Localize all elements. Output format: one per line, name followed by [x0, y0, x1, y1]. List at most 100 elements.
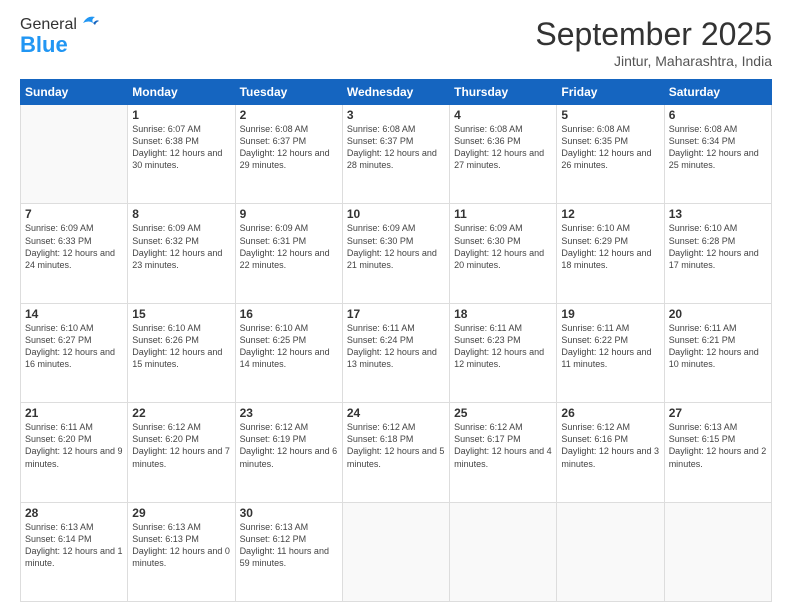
day-info: Sunrise: 6:10 AM Sunset: 6:27 PM Dayligh… — [25, 322, 123, 371]
day-info: Sunrise: 6:10 AM Sunset: 6:26 PM Dayligh… — [132, 322, 230, 371]
logo-blue-text: Blue — [20, 34, 68, 56]
table-row: 30Sunrise: 6:13 AM Sunset: 6:12 PM Dayli… — [235, 502, 342, 601]
day-info: Sunrise: 6:13 AM Sunset: 6:12 PM Dayligh… — [240, 521, 338, 570]
table-row: 3Sunrise: 6:08 AM Sunset: 6:37 PM Daylig… — [342, 105, 449, 204]
day-info: Sunrise: 6:11 AM Sunset: 6:24 PM Dayligh… — [347, 322, 445, 371]
day-number: 24 — [347, 406, 445, 420]
title-block: September 2025 Jintur, Maharashtra, Indi… — [535, 16, 772, 69]
table-row — [21, 105, 128, 204]
day-number: 12 — [561, 207, 659, 221]
day-info: Sunrise: 6:07 AM Sunset: 6:38 PM Dayligh… — [132, 123, 230, 172]
day-info: Sunrise: 6:11 AM Sunset: 6:22 PM Dayligh… — [561, 322, 659, 371]
day-info: Sunrise: 6:09 AM Sunset: 6:30 PM Dayligh… — [347, 222, 445, 271]
table-row: 22Sunrise: 6:12 AM Sunset: 6:20 PM Dayli… — [128, 403, 235, 502]
day-info: Sunrise: 6:09 AM Sunset: 6:32 PM Dayligh… — [132, 222, 230, 271]
header-friday: Friday — [557, 80, 664, 105]
day-info: Sunrise: 6:12 AM Sunset: 6:18 PM Dayligh… — [347, 421, 445, 470]
table-row: 13Sunrise: 6:10 AM Sunset: 6:28 PM Dayli… — [664, 204, 771, 303]
calendar-week-row: 1Sunrise: 6:07 AM Sunset: 6:38 PM Daylig… — [21, 105, 772, 204]
table-row — [664, 502, 771, 601]
day-number: 16 — [240, 307, 338, 321]
table-row: 23Sunrise: 6:12 AM Sunset: 6:19 PM Dayli… — [235, 403, 342, 502]
table-row: 25Sunrise: 6:12 AM Sunset: 6:17 PM Dayli… — [450, 403, 557, 502]
day-info: Sunrise: 6:13 AM Sunset: 6:14 PM Dayligh… — [25, 521, 123, 570]
day-info: Sunrise: 6:12 AM Sunset: 6:16 PM Dayligh… — [561, 421, 659, 470]
day-info: Sunrise: 6:09 AM Sunset: 6:31 PM Dayligh… — [240, 222, 338, 271]
day-info: Sunrise: 6:09 AM Sunset: 6:30 PM Dayligh… — [454, 222, 552, 271]
day-number: 1 — [132, 108, 230, 122]
day-info: Sunrise: 6:08 AM Sunset: 6:35 PM Dayligh… — [561, 123, 659, 172]
day-info: Sunrise: 6:12 AM Sunset: 6:19 PM Dayligh… — [240, 421, 338, 470]
day-info: Sunrise: 6:11 AM Sunset: 6:23 PM Dayligh… — [454, 322, 552, 371]
day-number: 4 — [454, 108, 552, 122]
table-row: 29Sunrise: 6:13 AM Sunset: 6:13 PM Dayli… — [128, 502, 235, 601]
day-number: 30 — [240, 506, 338, 520]
month-title: September 2025 — [535, 16, 772, 53]
header-wednesday: Wednesday — [342, 80, 449, 105]
day-number: 19 — [561, 307, 659, 321]
day-info: Sunrise: 6:08 AM Sunset: 6:37 PM Dayligh… — [240, 123, 338, 172]
calendar-week-row: 28Sunrise: 6:13 AM Sunset: 6:14 PM Dayli… — [21, 502, 772, 601]
day-number: 13 — [669, 207, 767, 221]
table-row: 16Sunrise: 6:10 AM Sunset: 6:25 PM Dayli… — [235, 303, 342, 402]
day-number: 27 — [669, 406, 767, 420]
location: Jintur, Maharashtra, India — [535, 53, 772, 69]
day-info: Sunrise: 6:11 AM Sunset: 6:21 PM Dayligh… — [669, 322, 767, 371]
day-number: 14 — [25, 307, 123, 321]
day-number: 26 — [561, 406, 659, 420]
header-tuesday: Tuesday — [235, 80, 342, 105]
day-info: Sunrise: 6:12 AM Sunset: 6:20 PM Dayligh… — [132, 421, 230, 470]
table-row: 20Sunrise: 6:11 AM Sunset: 6:21 PM Dayli… — [664, 303, 771, 402]
calendar-week-row: 7Sunrise: 6:09 AM Sunset: 6:33 PM Daylig… — [21, 204, 772, 303]
day-number: 20 — [669, 307, 767, 321]
day-number: 22 — [132, 406, 230, 420]
day-number: 3 — [347, 108, 445, 122]
day-number: 29 — [132, 506, 230, 520]
day-info: Sunrise: 6:10 AM Sunset: 6:28 PM Dayligh… — [669, 222, 767, 271]
table-row: 4Sunrise: 6:08 AM Sunset: 6:36 PM Daylig… — [450, 105, 557, 204]
day-number: 28 — [25, 506, 123, 520]
day-number: 6 — [669, 108, 767, 122]
weekday-header-row: Sunday Monday Tuesday Wednesday Thursday… — [21, 80, 772, 105]
table-row: 18Sunrise: 6:11 AM Sunset: 6:23 PM Dayli… — [450, 303, 557, 402]
header-monday: Monday — [128, 80, 235, 105]
table-row: 11Sunrise: 6:09 AM Sunset: 6:30 PM Dayli… — [450, 204, 557, 303]
header: General Blue September 2025 Jintur, Maha… — [20, 16, 772, 69]
day-number: 21 — [25, 406, 123, 420]
table-row: 21Sunrise: 6:11 AM Sunset: 6:20 PM Dayli… — [21, 403, 128, 502]
table-row: 24Sunrise: 6:12 AM Sunset: 6:18 PM Dayli… — [342, 403, 449, 502]
day-info: Sunrise: 6:09 AM Sunset: 6:33 PM Dayligh… — [25, 222, 123, 271]
table-row: 14Sunrise: 6:10 AM Sunset: 6:27 PM Dayli… — [21, 303, 128, 402]
table-row — [450, 502, 557, 601]
day-info: Sunrise: 6:08 AM Sunset: 6:36 PM Dayligh… — [454, 123, 552, 172]
table-row: 28Sunrise: 6:13 AM Sunset: 6:14 PM Dayli… — [21, 502, 128, 601]
table-row: 27Sunrise: 6:13 AM Sunset: 6:15 PM Dayli… — [664, 403, 771, 502]
day-info: Sunrise: 6:12 AM Sunset: 6:17 PM Dayligh… — [454, 421, 552, 470]
day-number: 5 — [561, 108, 659, 122]
table-row: 6Sunrise: 6:08 AM Sunset: 6:34 PM Daylig… — [664, 105, 771, 204]
table-row: 1Sunrise: 6:07 AM Sunset: 6:38 PM Daylig… — [128, 105, 235, 204]
table-row: 17Sunrise: 6:11 AM Sunset: 6:24 PM Dayli… — [342, 303, 449, 402]
day-number: 10 — [347, 207, 445, 221]
header-sunday: Sunday — [21, 80, 128, 105]
day-number: 8 — [132, 207, 230, 221]
day-number: 25 — [454, 406, 552, 420]
day-info: Sunrise: 6:08 AM Sunset: 6:34 PM Dayligh… — [669, 123, 767, 172]
calendar-week-row: 14Sunrise: 6:10 AM Sunset: 6:27 PM Dayli… — [21, 303, 772, 402]
day-number: 17 — [347, 307, 445, 321]
day-number: 7 — [25, 207, 123, 221]
table-row: 19Sunrise: 6:11 AM Sunset: 6:22 PM Dayli… — [557, 303, 664, 402]
calendar-table: Sunday Monday Tuesday Wednesday Thursday… — [20, 79, 772, 602]
table-row — [557, 502, 664, 601]
table-row: 2Sunrise: 6:08 AM Sunset: 6:37 PM Daylig… — [235, 105, 342, 204]
table-row: 5Sunrise: 6:08 AM Sunset: 6:35 PM Daylig… — [557, 105, 664, 204]
calendar-week-row: 21Sunrise: 6:11 AM Sunset: 6:20 PM Dayli… — [21, 403, 772, 502]
day-number: 18 — [454, 307, 552, 321]
logo: General Blue — [20, 16, 101, 56]
page: General Blue September 2025 Jintur, Maha… — [0, 0, 792, 612]
day-number: 23 — [240, 406, 338, 420]
table-row: 9Sunrise: 6:09 AM Sunset: 6:31 PM Daylig… — [235, 204, 342, 303]
day-info: Sunrise: 6:10 AM Sunset: 6:29 PM Dayligh… — [561, 222, 659, 271]
header-thursday: Thursday — [450, 80, 557, 105]
logo-bird-icon — [79, 13, 101, 33]
